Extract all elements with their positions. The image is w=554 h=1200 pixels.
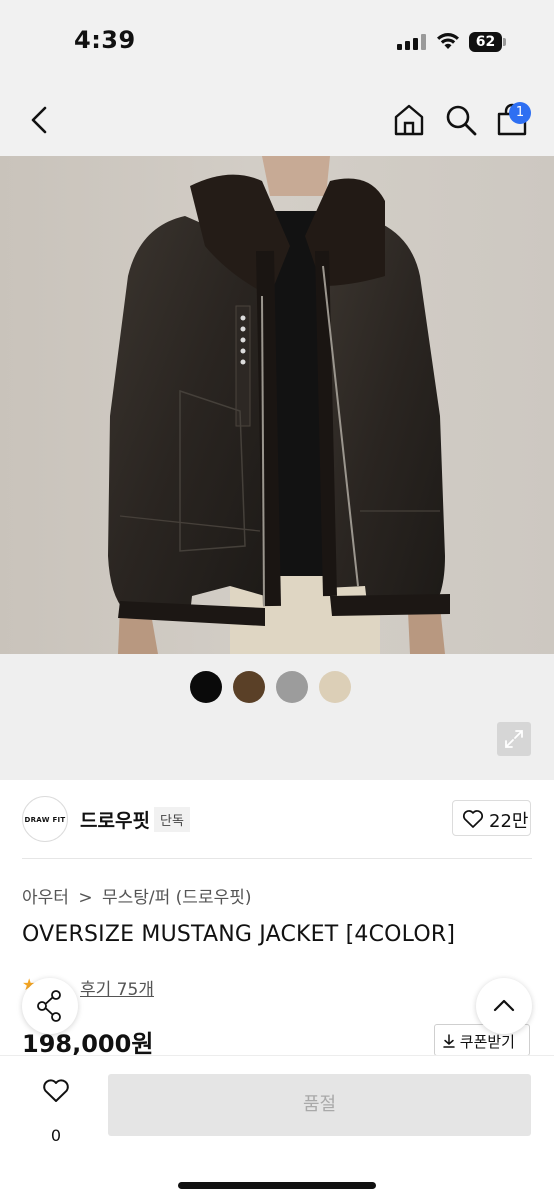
swatch-brown[interactable] [233,671,265,703]
exclusive-badge: 단독 [154,807,190,832]
coupon-label: 쿠폰받기 [459,1033,515,1051]
sold-out-button[interactable]: 품절 [108,1074,531,1136]
wifi-icon [437,33,459,49]
share-button[interactable] [22,978,78,1034]
chevron-up-icon [493,999,515,1012]
expand-icon [505,730,523,748]
like-count: 22만 [489,811,529,832]
jacket-photo [0,156,554,654]
status-time: 4:39 [74,26,136,54]
breadcrumb-category[interactable]: 아우터 [22,888,69,908]
battery-level: 62 [475,34,496,50]
home-icon[interactable] [391,102,427,138]
product-image[interactable] [0,156,554,654]
search-icon[interactable] [443,102,479,138]
divider [22,858,532,859]
swatch-black[interactable] [190,671,222,703]
bottom-bar: 0 품절 [0,1055,554,1200]
swatch-beige[interactable] [319,671,351,703]
like-button[interactable]: 22만 [452,800,531,836]
home-indicator [178,1182,376,1189]
brand-row: DRAW FIT 드로우핏 단독 22만 [22,796,532,842]
swatch-gray[interactable] [276,671,308,703]
status-bar: 4:39 62 [0,0,554,84]
heart-icon [43,1079,69,1102]
download-icon [443,1034,455,1048]
breadcrumb-separator-icon: > [78,888,93,908]
color-swatch-area [0,654,554,780]
brand-logo[interactable]: DRAW FIT [22,796,68,842]
heart-icon [462,810,484,828]
back-icon[interactable] [22,102,58,138]
cart-count-badge: 1 [509,102,531,124]
wishlist-count: 0 [50,1126,62,1145]
product-title: OVERSIZE MUSTANG JACKET [4COLOR] [22,922,456,947]
expand-image-button[interactable] [497,722,531,756]
scroll-top-button[interactable] [476,978,532,1034]
share-icon [37,990,61,1022]
nav-bar [0,84,554,156]
breadcrumb: 아우터 > 무스탕/퍼 (드로우핏) [22,883,252,908]
wishlist-button[interactable]: 0 [30,1074,82,1145]
cellular-signal-icon [397,34,427,50]
breadcrumb-subcategory[interactable]: 무스탕/퍼 (드로우핏) [102,888,252,908]
battery-icon: 62 [469,32,507,52]
brand-name[interactable]: 드로우핏 [80,806,150,833]
review-link[interactable]: 후기 75개 [80,975,154,1000]
